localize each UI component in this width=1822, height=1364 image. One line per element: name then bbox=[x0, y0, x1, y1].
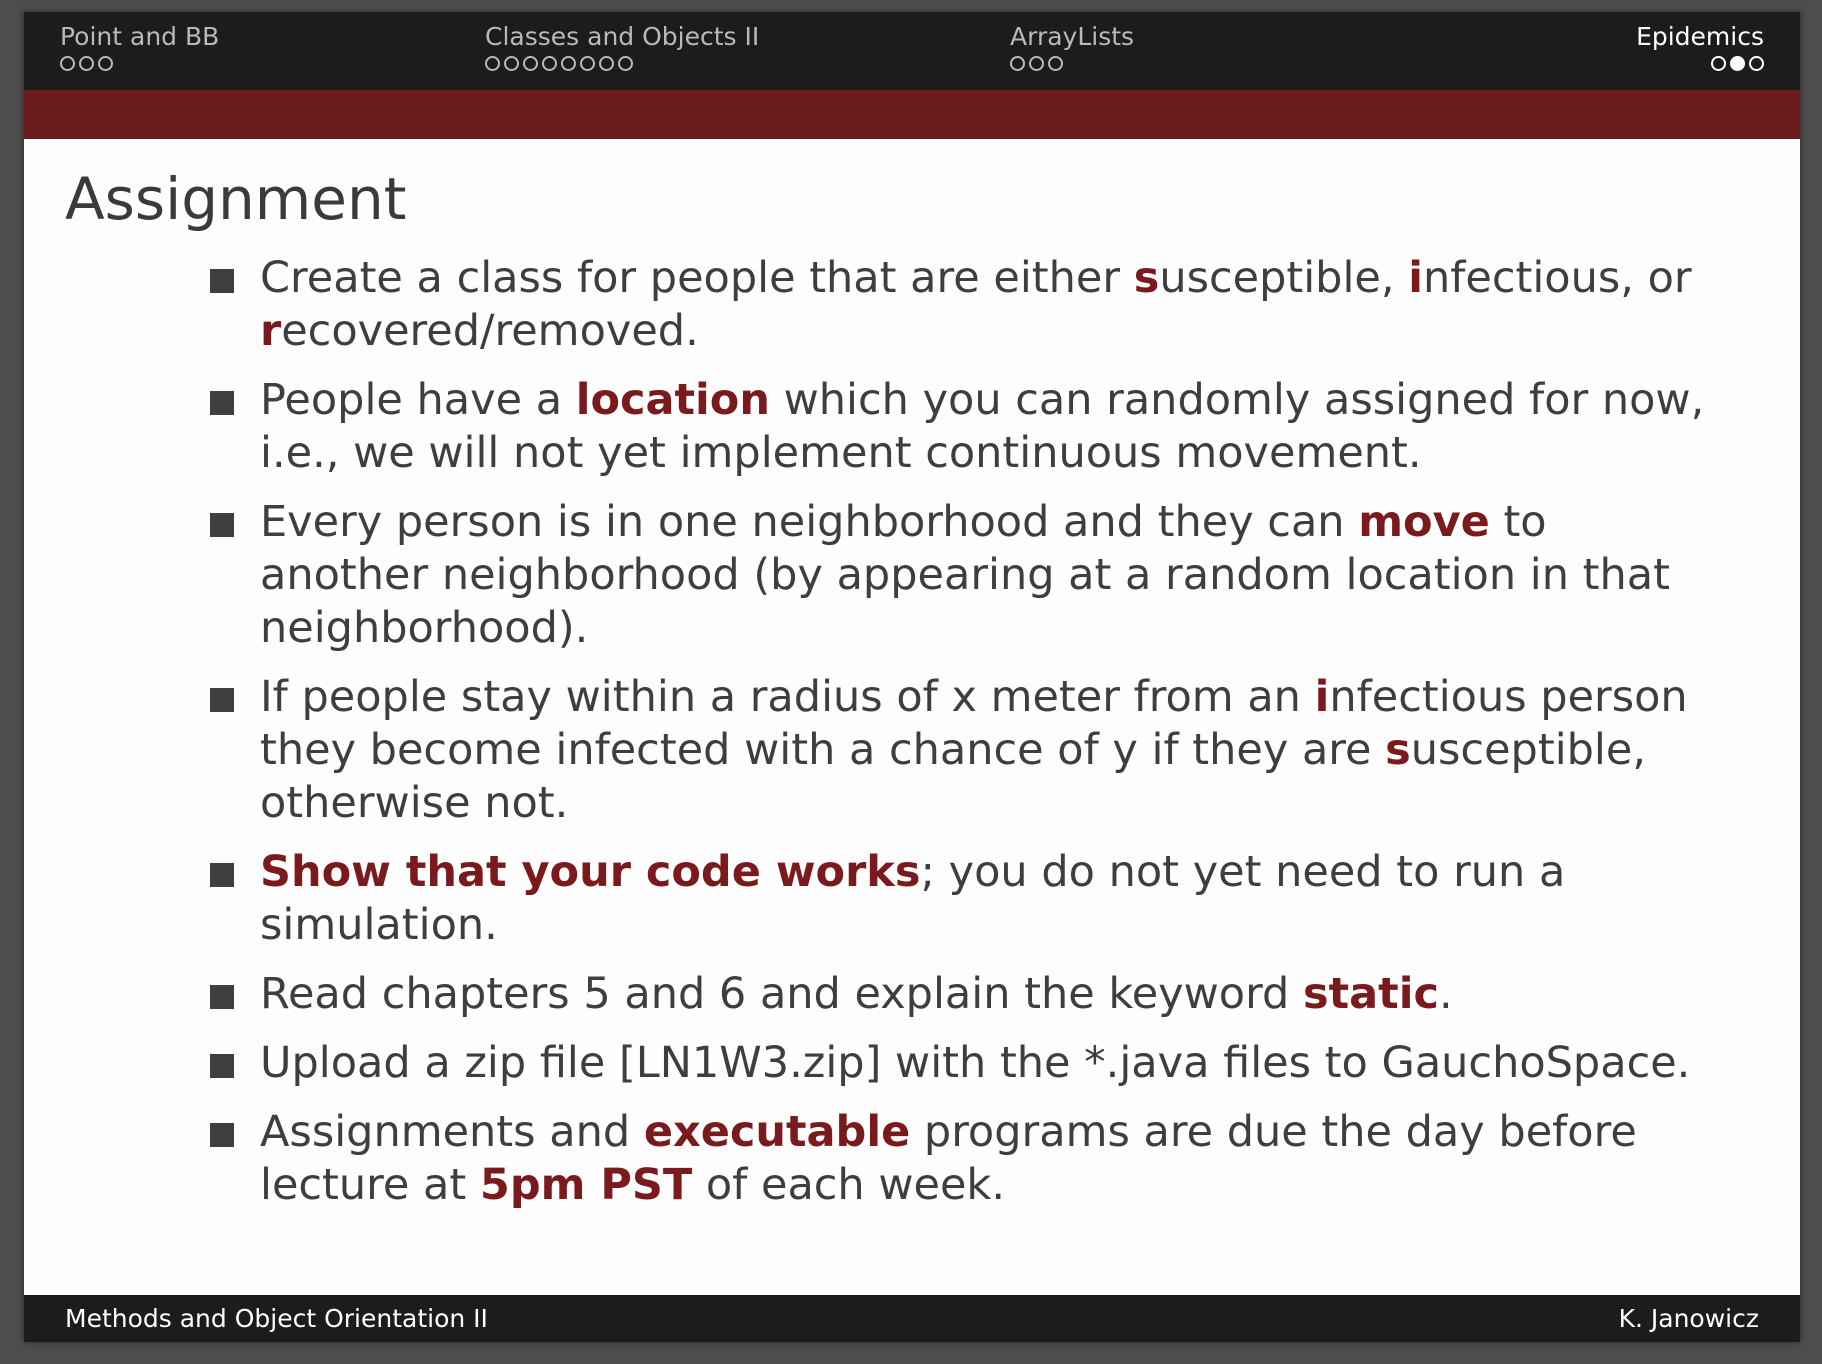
nav-section-label: ArrayLists bbox=[1010, 22, 1135, 51]
item-text: nfectious, or bbox=[1422, 253, 1692, 303]
item-text: of each week. bbox=[692, 1160, 1006, 1210]
frame-dot-icon[interactable] bbox=[1029, 56, 1044, 71]
frame-dot-icon[interactable] bbox=[523, 56, 538, 71]
nav-section-label: Classes and Objects II bbox=[485, 22, 760, 51]
frame-dot-icon[interactable] bbox=[542, 56, 557, 71]
slide: Point and BB Classes and Objects II Arra… bbox=[24, 12, 1800, 1342]
item-text: ecovered/removed. bbox=[281, 306, 699, 356]
frame-dot-icon[interactable] bbox=[599, 56, 614, 71]
item-text: Create a class for people that are eithe… bbox=[260, 253, 1134, 303]
footer-author: K. Janowicz bbox=[1618, 1304, 1759, 1333]
list-item: If people stay within a radius of x mete… bbox=[210, 671, 1710, 830]
footer-course-title: Methods and Object Orientation II bbox=[65, 1304, 488, 1333]
highlighted-text: i bbox=[1314, 672, 1330, 722]
highlighted-text: r bbox=[260, 306, 282, 356]
frame-dot-icon[interactable] bbox=[580, 56, 595, 71]
frame-dot-icon[interactable] bbox=[504, 56, 519, 71]
nav-section-classes-and-objects[interactable]: Classes and Objects II bbox=[485, 22, 759, 71]
square-bullet-icon bbox=[210, 985, 234, 1009]
frame-dot-icon[interactable] bbox=[1048, 56, 1063, 71]
square-bullet-icon bbox=[210, 688, 234, 712]
slide-footer: Methods and Object Orientation II K. Jan… bbox=[24, 1295, 1800, 1342]
square-bullet-icon bbox=[210, 269, 234, 293]
square-bullet-icon bbox=[210, 513, 234, 537]
frame-dot-icon[interactable] bbox=[485, 56, 500, 71]
nav-section-epidemics[interactable]: Epidemics bbox=[1636, 22, 1764, 71]
frame-dot-icon[interactable] bbox=[1749, 56, 1764, 71]
nav-section-dots bbox=[60, 56, 219, 71]
frame-dot-icon[interactable] bbox=[561, 56, 576, 71]
frame-dot-icon[interactable] bbox=[60, 56, 75, 71]
assignment-list: Create a class for people that are eithe… bbox=[210, 252, 1710, 1228]
item-text: . bbox=[1438, 969, 1453, 1019]
list-item: Create a class for people that are eithe… bbox=[210, 252, 1710, 358]
list-item: Show that your code works; you do not ye… bbox=[210, 846, 1710, 952]
highlighted-text: location bbox=[575, 375, 770, 425]
highlighted-text: move bbox=[1358, 497, 1490, 547]
highlighted-text: executable bbox=[643, 1107, 911, 1157]
highlighted-text: i bbox=[1408, 253, 1423, 303]
item-text: Upload a zip file [LN1W3.zip] with the *… bbox=[260, 1038, 1691, 1088]
square-bullet-icon bbox=[210, 1123, 234, 1147]
item-text: People have a bbox=[260, 375, 576, 425]
highlighted-text: 5pm PST bbox=[479, 1160, 693, 1210]
highlighted-text: s bbox=[1133, 253, 1160, 303]
list-item: Read chapters 5 and 6 and explain the ke… bbox=[210, 968, 1710, 1021]
nav-section-label: Epidemics bbox=[1636, 22, 1764, 51]
nav-section-label: Point and BB bbox=[60, 22, 220, 51]
nav-section-point-and-bb[interactable]: Point and BB bbox=[60, 22, 219, 71]
frame-dot-icon[interactable] bbox=[79, 56, 94, 71]
item-text: Read chapters 5 and 6 and explain the ke… bbox=[260, 969, 1303, 1019]
highlighted-text: static bbox=[1302, 969, 1439, 1019]
item-text: If people stay within a radius of x mete… bbox=[260, 672, 1315, 722]
square-bullet-icon bbox=[210, 863, 234, 887]
current-frame-dot-icon[interactable] bbox=[1730, 56, 1745, 71]
list-item: People have a location which you can ran… bbox=[210, 374, 1710, 480]
frame-dot-icon[interactable] bbox=[1010, 56, 1025, 71]
frame-dot-icon[interactable] bbox=[1711, 56, 1726, 71]
slide-title: Assignment bbox=[65, 165, 407, 233]
item-text: Every person is in one neighborhood and … bbox=[260, 497, 1359, 547]
list-item: Every person is in one neighborhood and … bbox=[210, 496, 1710, 655]
list-item: Upload a zip file [LN1W3.zip] with the *… bbox=[210, 1037, 1710, 1090]
square-bullet-icon bbox=[210, 1054, 234, 1078]
highlighted-text: Show that your code works bbox=[260, 847, 921, 897]
item-text: usceptible, bbox=[1159, 253, 1409, 303]
frame-dot-icon[interactable] bbox=[618, 56, 633, 71]
frame-dot-icon[interactable] bbox=[98, 56, 113, 71]
nav-section-dots bbox=[485, 56, 759, 71]
section-navbar: Point and BB Classes and Objects II Arra… bbox=[24, 12, 1800, 90]
square-bullet-icon bbox=[210, 391, 234, 415]
nav-section-dots bbox=[1636, 56, 1764, 71]
list-item: Assignments and executable programs are … bbox=[210, 1106, 1710, 1212]
nav-section-arraylists[interactable]: ArrayLists bbox=[1010, 22, 1134, 71]
nav-section-dots bbox=[1010, 56, 1134, 71]
item-text: Assignments and bbox=[260, 1107, 644, 1157]
highlighted-text: s bbox=[1385, 725, 1411, 775]
header-accent-bar bbox=[24, 90, 1800, 139]
